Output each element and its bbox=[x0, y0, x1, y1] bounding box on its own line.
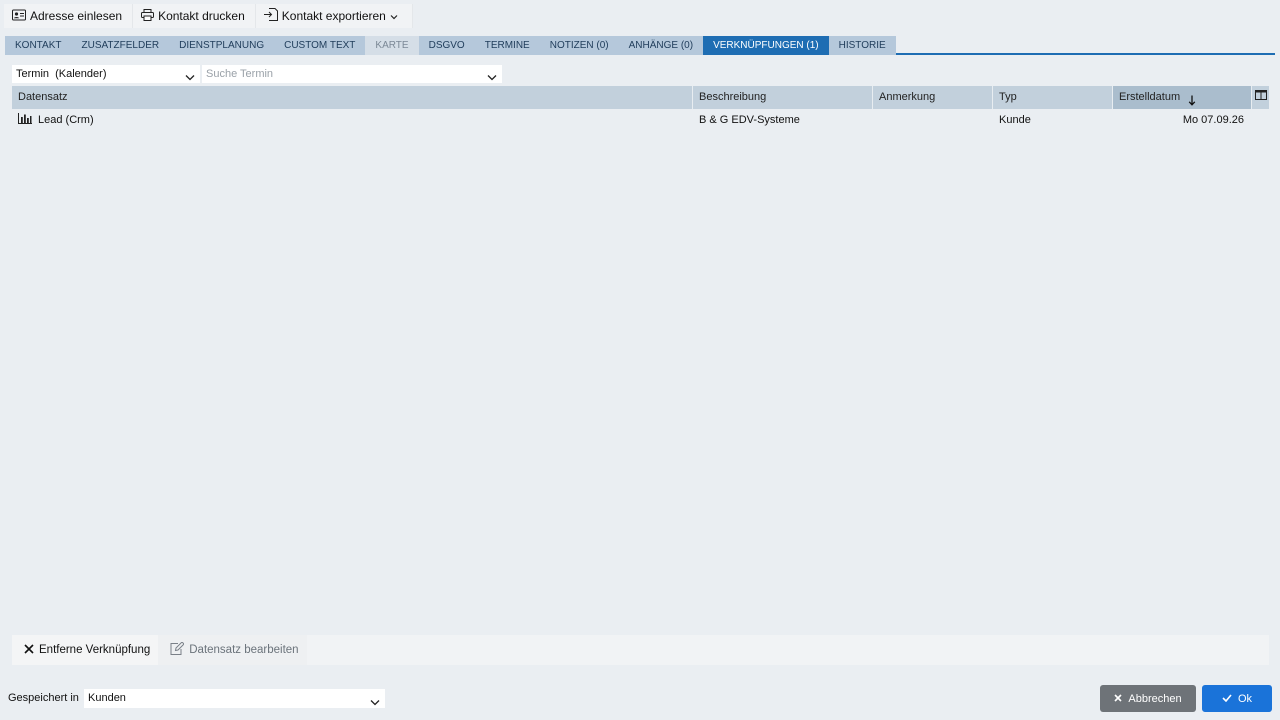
tab-dsgvo[interactable]: DSGVO bbox=[418, 36, 475, 55]
column-header-typ[interactable]: Typ bbox=[993, 86, 1113, 109]
tab-dienstplanung[interactable]: DIENSTPLANUNG bbox=[169, 36, 275, 55]
grid-header: Datensatz Beschreibung Anmerkung Typ Ers… bbox=[12, 86, 1269, 109]
columns-icon bbox=[1254, 86, 1267, 109]
read-address-label: Adresse einlesen bbox=[30, 9, 123, 23]
tab-notizen[interactable]: NOTIZEN (0) bbox=[539, 36, 619, 55]
saved-in-value: Kunden bbox=[88, 692, 126, 704]
cell-beschreibung: B & G EDV-Systeme bbox=[699, 114, 800, 126]
read-address-button[interactable]: Adresse einlesen bbox=[4, 4, 134, 28]
search-appointment-placeholder: Suche Termin bbox=[206, 68, 274, 80]
cell-datensatz-text: Lead (Crm) bbox=[38, 114, 94, 126]
cell-erstelldatum: Mo 07.09.26 bbox=[1182, 114, 1244, 126]
grid-actions-bar: Entferne Verknüpfung Datensatz bearbeite… bbox=[12, 635, 1269, 665]
remove-link-label: Entferne Verknüpfung bbox=[39, 644, 151, 656]
print-contact-button[interactable]: Kontakt drucken bbox=[133, 4, 256, 28]
tab-historie[interactable]: HISTORIE bbox=[828, 36, 896, 55]
edit-icon bbox=[170, 641, 189, 658]
edit-record-button[interactable]: Datensatz bearbeiten bbox=[158, 635, 307, 665]
column-header-datensatz[interactable]: Datensatz bbox=[12, 86, 693, 109]
print-contact-label: Kontakt drucken bbox=[158, 9, 245, 23]
chevron-down-icon bbox=[390, 9, 402, 23]
link-type-value: Termin (Kalender) bbox=[16, 68, 107, 80]
links-grid: Datensatz Beschreibung Anmerkung Typ Ers… bbox=[12, 86, 1269, 131]
cancel-button[interactable]: Abbrechen bbox=[1100, 685, 1196, 712]
filter-row: Termin (Kalender) Suche Termin bbox=[12, 65, 502, 83]
close-icon bbox=[24, 643, 39, 657]
bar-chart-icon bbox=[18, 113, 38, 127]
link-type-select[interactable]: Termin (Kalender) bbox=[12, 65, 200, 83]
column-header-beschreibung[interactable]: Beschreibung bbox=[693, 86, 873, 109]
table-row[interactable]: Lead (Crm) B & G EDV-Systeme Kunde Mo 07… bbox=[12, 109, 1269, 131]
printer-icon bbox=[141, 8, 158, 24]
saved-in-label: Gespeichert in bbox=[8, 692, 79, 704]
chevron-down-icon bbox=[185, 69, 195, 87]
tab-kontakt[interactable]: KONTAKT bbox=[5, 36, 72, 55]
tab-termine[interactable]: TERMINE bbox=[474, 36, 540, 55]
tab-verknuepfungen[interactable]: VERKNÜPFUNGEN (1) bbox=[703, 36, 829, 55]
chevron-down-icon bbox=[370, 694, 380, 713]
check-icon bbox=[1222, 693, 1238, 705]
search-appointment-select[interactable]: Suche Termin bbox=[202, 65, 502, 83]
chevron-down-icon bbox=[487, 69, 497, 87]
export-icon bbox=[263, 8, 282, 24]
top-toolbar: Adresse einlesen Kontakt drucken Kontakt… bbox=[4, 4, 413, 28]
column-header-anmerkung[interactable]: Anmerkung bbox=[873, 86, 993, 109]
column-chooser-button[interactable] bbox=[1252, 86, 1269, 109]
export-contact-dropdown[interactable]: Kontakt exportieren bbox=[255, 4, 413, 28]
edit-record-label: Datensatz bearbeiten bbox=[189, 644, 299, 656]
tab-custom-text[interactable]: CUSTOM TEXT bbox=[274, 36, 366, 55]
cell-datensatz: Lead (Crm) bbox=[12, 113, 693, 127]
cell-typ: Kunde bbox=[999, 114, 1031, 126]
tab-zusatzfelder[interactable]: ZUSATZFELDER bbox=[71, 36, 170, 55]
contact-card-icon bbox=[12, 9, 30, 24]
ok-label: Ok bbox=[1237, 692, 1253, 705]
tab-anhaenge[interactable]: ANHÄNGE (0) bbox=[618, 36, 704, 55]
column-header-erstelldatum[interactable]: Erstelldatum bbox=[1113, 86, 1252, 109]
export-contact-label: Kontakt exportieren bbox=[281, 9, 386, 23]
remove-link-button[interactable]: Entferne Verknüpfung bbox=[12, 635, 159, 665]
tab-karte: KARTE bbox=[365, 36, 419, 55]
ok-button[interactable]: Ok bbox=[1202, 685, 1272, 712]
sort-descending-icon bbox=[1188, 92, 1196, 115]
close-icon bbox=[1114, 693, 1128, 705]
column-header-erstelldatum-label: Erstelldatum bbox=[1119, 91, 1181, 103]
saved-in-select[interactable]: Kunden bbox=[84, 689, 385, 708]
tab-bar: KONTAKT ZUSATZFELDER DIENSTPLANUNG CUSTO… bbox=[5, 36, 1275, 55]
cancel-label: Abbrechen bbox=[1128, 692, 1182, 705]
